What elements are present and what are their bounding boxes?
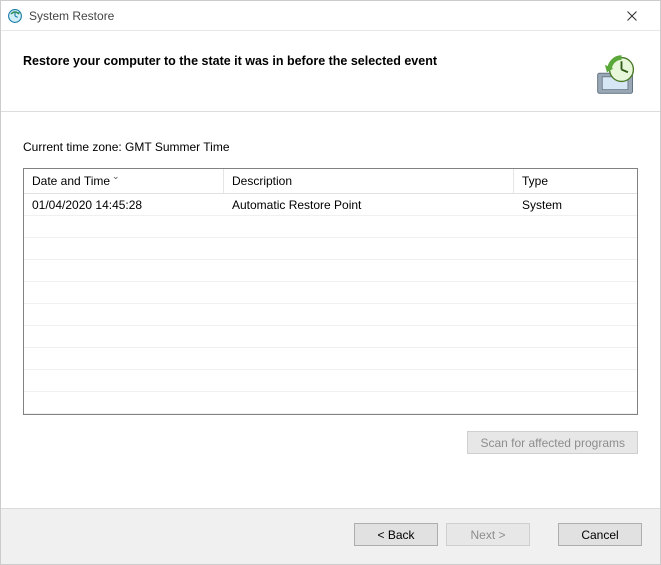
titlebar: System Restore xyxy=(1,1,660,31)
next-button[interactable]: Next > xyxy=(446,523,530,546)
scan-affected-programs-button[interactable]: Scan for affected programs xyxy=(467,431,638,454)
wizard-footer: < Back Next > Cancel xyxy=(1,508,660,564)
back-button[interactable]: < Back xyxy=(354,523,438,546)
table-row-empty xyxy=(24,304,637,326)
column-header-type[interactable]: Type xyxy=(514,169,637,193)
table-row-empty xyxy=(24,392,637,414)
close-button[interactable] xyxy=(612,2,652,30)
cancel-button[interactable]: Cancel xyxy=(558,523,642,546)
restore-clock-icon xyxy=(594,53,638,97)
cell-datetime: 01/04/2020 14:45:28 xyxy=(24,198,224,212)
table-row[interactable]: 01/04/2020 14:45:28Automatic Restore Poi… xyxy=(24,194,637,216)
page-heading: Restore your computer to the state it wa… xyxy=(23,53,582,70)
window-title: System Restore xyxy=(29,9,612,23)
system-restore-icon xyxy=(7,8,23,24)
restore-points-table[interactable]: Date and Time ⌄ Description Type 01/04/2… xyxy=(23,168,638,415)
table-row-empty xyxy=(24,370,637,392)
timezone-label: Current time zone: GMT Summer Time xyxy=(23,140,638,154)
sort-descending-icon: ⌄ xyxy=(112,171,120,182)
column-header-description[interactable]: Description xyxy=(224,169,514,193)
table-header: Date and Time ⌄ Description Type xyxy=(24,169,637,194)
table-row-empty xyxy=(24,348,637,370)
table-row-empty xyxy=(24,282,637,304)
table-row-empty xyxy=(24,260,637,282)
cell-type: System xyxy=(514,198,637,212)
table-row-empty xyxy=(24,326,637,348)
column-header-datetime-label: Date and Time xyxy=(32,174,110,188)
column-header-datetime[interactable]: Date and Time ⌄ xyxy=(24,169,224,193)
table-row-empty xyxy=(24,238,637,260)
wizard-header: Restore your computer to the state it wa… xyxy=(1,31,660,112)
cell-description: Automatic Restore Point xyxy=(224,198,514,212)
wizard-body: Current time zone: GMT Summer Time Date … xyxy=(1,112,660,464)
table-row-empty xyxy=(24,216,637,238)
